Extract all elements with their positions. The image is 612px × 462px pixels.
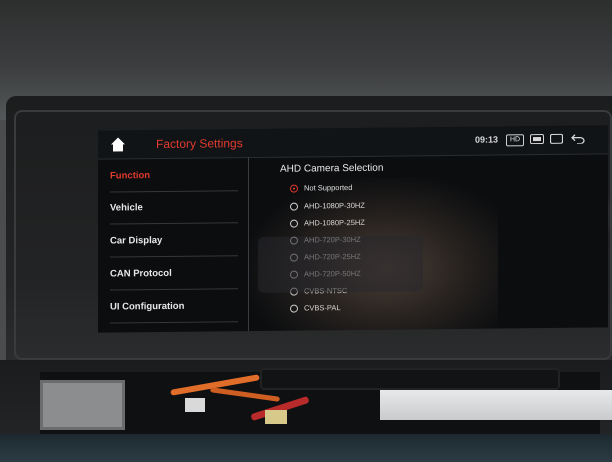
sidebar-item-ui-configuration[interactable]: UI Configuration xyxy=(110,290,238,323)
option-label: AHD-720P-30HZ xyxy=(304,234,361,245)
option-label: CVBS-NTSC xyxy=(304,286,348,296)
settings-sidebar: Function Vehicle Car Display CAN Protoco… xyxy=(98,157,246,333)
option-label: CVBS-PAL xyxy=(304,303,341,313)
option-label: Not Supported xyxy=(304,183,353,193)
radio-button[interactable] xyxy=(290,236,298,245)
option-label: AHD-720P-25HZ xyxy=(304,251,361,262)
radio-selected[interactable] xyxy=(290,184,298,193)
sidebar-divider xyxy=(248,157,249,332)
radio-button[interactable] xyxy=(290,287,298,296)
radio-button[interactable] xyxy=(290,219,298,228)
option-label: AHD-1080P-30HZ xyxy=(304,200,365,211)
radio-button[interactable] xyxy=(290,202,298,211)
white-connector xyxy=(185,398,205,412)
section-title: AHD Camera Selection xyxy=(280,162,384,175)
option-label: AHD-720P-50HZ xyxy=(304,268,361,279)
radio-button[interactable] xyxy=(290,270,298,279)
hd-badge: HD xyxy=(506,134,525,147)
top-bar: Factory Settings 09:13 HD xyxy=(98,125,608,160)
white-bracket xyxy=(380,390,612,420)
sidebar-item-car-display[interactable]: Car Display xyxy=(110,224,238,257)
radio-button[interactable] xyxy=(290,304,298,313)
image-icon[interactable] xyxy=(530,134,544,145)
sidebar-item-vehicle[interactable]: Vehicle xyxy=(110,191,238,224)
screen-reflection xyxy=(248,176,498,332)
home-icon[interactable] xyxy=(110,136,126,152)
clock: 09:13 xyxy=(475,134,499,145)
option-label: AHD-1080P-25HZ xyxy=(304,217,365,228)
metal-bracket xyxy=(40,380,125,430)
page-title: Factory Settings xyxy=(156,136,243,152)
back-icon[interactable] xyxy=(571,134,585,144)
window-icon[interactable] xyxy=(550,133,563,144)
dashboard-trim xyxy=(0,434,612,462)
sidebar-item-can-protocol[interactable]: CAN Protocol xyxy=(110,257,238,290)
beige-connector xyxy=(265,410,287,424)
radio-button[interactable] xyxy=(290,253,298,262)
wire-bundle xyxy=(260,368,560,390)
sidebar-item-function[interactable]: Function xyxy=(110,159,238,192)
head-unit-screen: Factory Settings 09:13 HD Function Vehic… xyxy=(98,125,608,333)
